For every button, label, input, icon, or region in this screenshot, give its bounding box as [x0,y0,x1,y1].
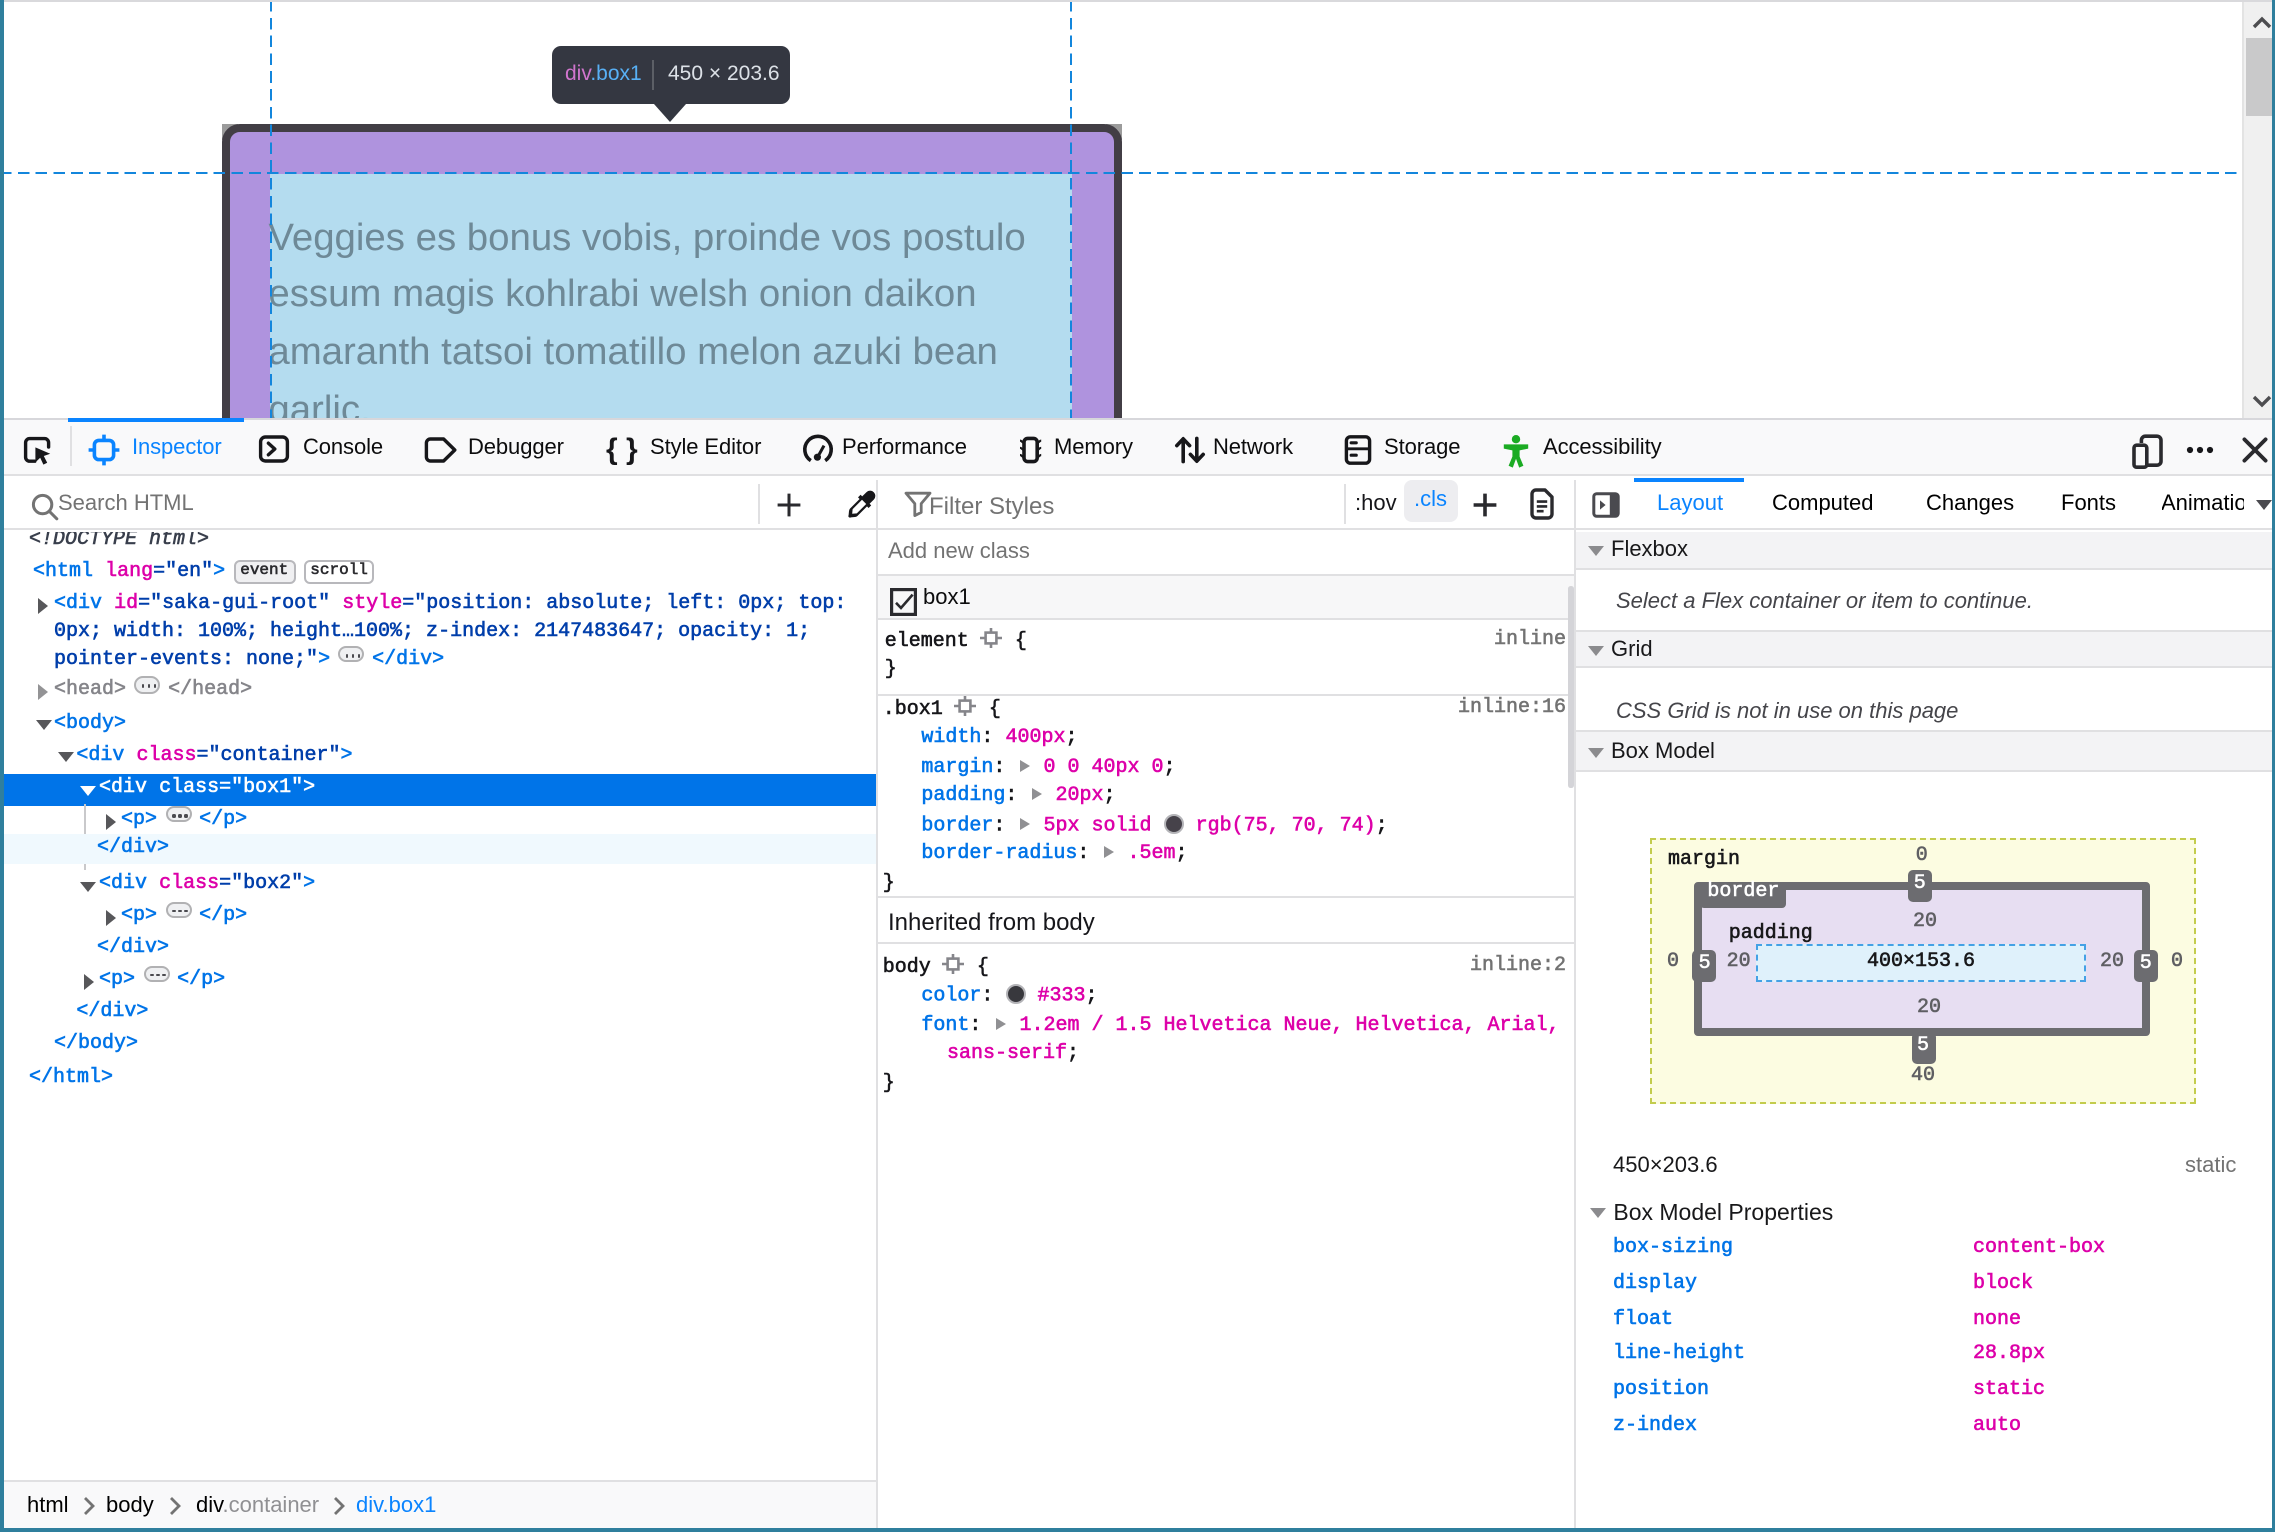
svg-text:{ }: { } [605,433,637,465]
